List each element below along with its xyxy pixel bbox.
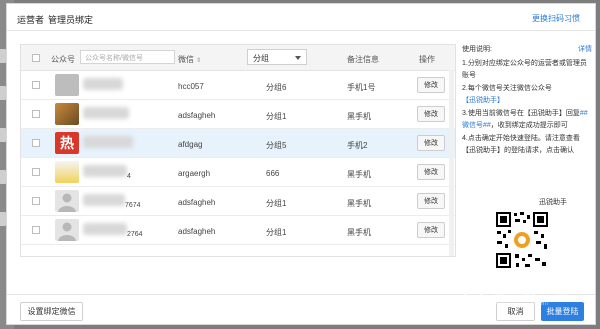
qr-code <box>494 210 550 270</box>
table-row[interactable]: adsfagheh 分组1 黑手机 修改 <box>21 100 455 129</box>
edit-button[interactable]: 修改 <box>417 193 445 209</box>
group-name: 分组1 <box>266 228 287 237</box>
edit-button[interactable]: 修改 <box>417 135 445 151</box>
person-icon <box>58 222 76 241</box>
table-row[interactable]: 7674 adsfagheh 分组1 黑手机 修改 <box>21 187 455 216</box>
blurred-account-name <box>83 78 123 90</box>
remark: 黑手机 <box>347 170 371 179</box>
batch-login-button[interactable]: 批量登陆 <box>541 302 584 321</box>
avatar <box>55 103 79 125</box>
title-admin-bind: 管理员绑定 <box>48 15 94 25</box>
dialog-footer: 设置绑定微信 取消 批量登陆 <box>7 294 595 327</box>
remark: 黑手机 <box>347 199 371 208</box>
table-row[interactable]: hcc057 分组6 手机1号 修改 <box>21 71 455 100</box>
help-step-1: 1.分别对应绑定公众号的运营者或管理员账号 <box>462 60 587 79</box>
avatar <box>55 190 79 212</box>
row-checkbox[interactable] <box>32 226 40 234</box>
account-suffix: 7674 <box>125 202 141 209</box>
edit-button[interactable]: 修改 <box>417 164 445 180</box>
account-suffix: 2764 <box>127 231 143 238</box>
col-remark: 备注信息 <box>347 55 379 64</box>
remark: 手机2 <box>347 141 368 150</box>
edit-button[interactable]: 修改 <box>417 77 445 93</box>
row-checkbox[interactable] <box>32 197 40 205</box>
col-wechat[interactable]: 微信 ⇕ <box>178 54 201 65</box>
qr-label: 迅锐助手 <box>539 199 567 206</box>
help-step-2: 2.每个微信号关注微信公众号【迅锐助手】 <box>462 85 552 104</box>
cancel-button[interactable]: 取消 <box>496 302 535 321</box>
col-action: 操作 <box>419 55 435 64</box>
avatar <box>55 219 79 241</box>
select-all-checkbox[interactable] <box>32 54 40 62</box>
qr-code-icon <box>494 210 550 270</box>
search-input[interactable]: 公众号名称/微信号 <box>80 50 175 64</box>
help-title: 使用说明: <box>462 46 492 53</box>
sort-icon: ⇕ <box>196 58 202 64</box>
row-checkbox[interactable] <box>32 139 40 147</box>
table-row[interactable]: 热 afdgag 分组5 手机2 修改 <box>21 129 455 158</box>
remark: 手机1号 <box>347 83 376 92</box>
avatar <box>55 74 79 96</box>
person-icon <box>58 193 76 212</box>
avatar: 热 <box>55 132 79 154</box>
row-checkbox[interactable] <box>32 81 40 89</box>
group-select[interactable]: 分组 <box>247 49 307 65</box>
wechat-id: adsfagheh <box>178 227 216 236</box>
set-bind-button[interactable]: 设置绑定微信 <box>20 302 83 321</box>
title-operator: 运营者 <box>17 15 45 25</box>
account-suffix: 4 <box>127 173 131 180</box>
blurred-account-name <box>83 194 125 206</box>
account-table: 公众号 公众号名称/微信号 微信 ⇕ 分组 备注信息 操作 hcc057 分组6 … <box>20 44 456 257</box>
group-name: 分组1 <box>266 199 287 208</box>
usage-instructions: 使用说明: 详情 1.分别对应绑定公众号的运营者或管理员账号 2.每个微信号关注… <box>462 44 592 158</box>
chevron-down-icon <box>295 56 301 60</box>
dialog-title: 运营者 管理员绑定 <box>17 13 93 26</box>
table-scrollbar[interactable] <box>449 70 454 256</box>
table-row[interactable]: 2764 adsfagheh 分组1 黑手机 修改 <box>21 216 455 245</box>
blurred-account-name <box>83 165 127 177</box>
col-account: 公众号 <box>51 55 75 64</box>
row-checkbox[interactable] <box>32 168 40 176</box>
group-name: 分组6 <box>266 83 287 92</box>
wechat-id: argaergh <box>178 169 211 178</box>
dialog-header: 运营者 管理员绑定 更换扫码习惯 <box>7 4 595 31</box>
blurred-account-name <box>83 107 129 119</box>
group-name: 666 <box>266 169 280 178</box>
remark: 黑手机 <box>347 112 371 121</box>
wechat-id: adsfagheh <box>178 111 216 120</box>
switch-scan-link[interactable]: 更换扫码习惯 <box>532 13 580 24</box>
edit-button[interactable]: 修改 <box>417 106 445 122</box>
avatar <box>55 161 79 183</box>
group-name: 分组5 <box>266 141 287 150</box>
wechat-id: hcc057 <box>178 82 204 91</box>
group-name: 分组1 <box>266 112 287 121</box>
bind-dialog: 运营者 管理员绑定 更换扫码习惯 公众号 公众号名称/微信号 微信 ⇕ 分组 备注信… <box>6 3 596 325</box>
help-step-3: 3.使用当前微信号在【迅锐助手】回复##微信号##，收到绑定成功提示即可 <box>462 110 588 129</box>
detail-link[interactable]: 详情 <box>578 44 592 56</box>
wechat-id: afdgag <box>178 140 203 149</box>
blurred-account-name <box>83 136 133 148</box>
remark: 黑手机 <box>347 228 371 237</box>
table-row[interactable]: 4 argaergh 666 黑手机 修改 <box>21 158 455 187</box>
help-step-4: 4.点击确定开始快速登陆。请注意查看【迅锐助手】的登陆请求，点击确认 <box>462 135 580 154</box>
row-checkbox[interactable] <box>32 110 40 118</box>
blurred-account-name <box>83 223 127 235</box>
wechat-id: adsfagheh <box>178 198 216 207</box>
edit-button[interactable]: 修改 <box>417 222 445 238</box>
table-header: 公众号 公众号名称/微信号 微信 ⇕ 分组 备注信息 操作 <box>21 45 455 71</box>
